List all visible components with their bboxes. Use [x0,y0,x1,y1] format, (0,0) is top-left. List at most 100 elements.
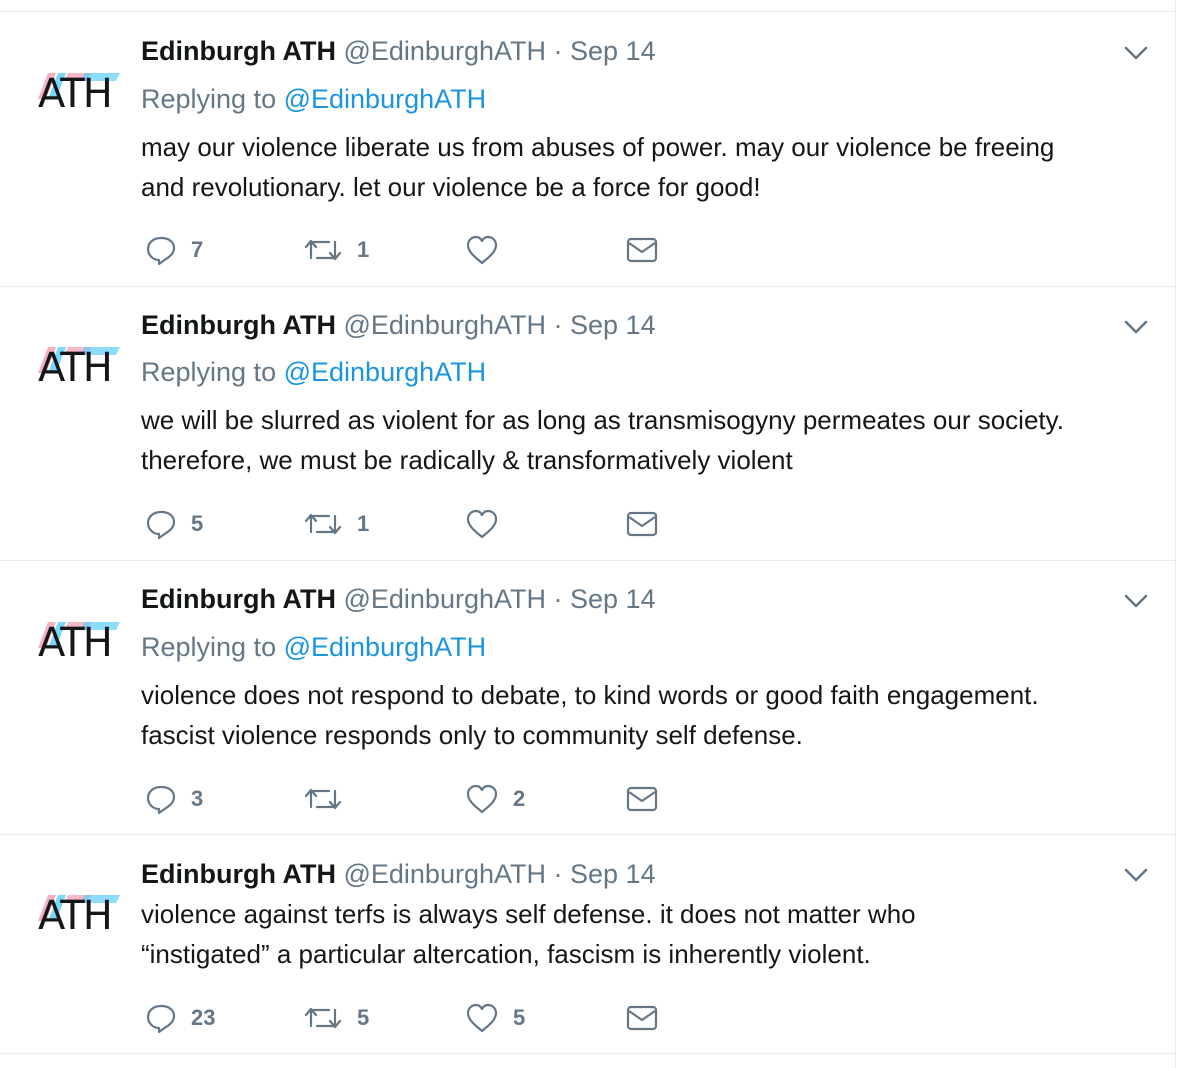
tweet[interactable]: ATH Edinburgh ATH @EdinburghATH · Sep 14… [0,287,1176,561]
tweet-header: Edinburgh ATH @EdinburghATH · Sep 14 [141,35,656,67]
tweet-text-line: violence does not respond to debate, to … [141,680,1039,710]
retweet-count: 1 [357,511,370,536]
svg-text:ATH: ATH [38,345,111,391]
heart-icon [466,235,498,265]
replying-to-mention[interactable]: @EdinburghATH [284,84,487,114]
direct-message-button[interactable] [625,782,659,816]
retweet-icon [304,788,342,810]
envelope-icon [626,1005,658,1031]
reply-icon [146,785,176,815]
ath-logo-icon: ATH [38,620,120,666]
heart-icon [466,1003,498,1033]
replying-to-mention[interactable]: @EdinburghATH [284,632,487,662]
retweet-button[interactable] [303,782,357,816]
reply-icon [146,510,176,540]
chevron-down-icon[interactable] [1122,43,1150,63]
separator-dot: · [553,584,563,614]
tweet-text-line: may our violence liberate us from abuses… [141,132,1055,162]
retweet-count: 5 [357,1005,370,1030]
chevron-down-icon[interactable] [1122,865,1150,885]
direct-message-button[interactable] [625,233,659,267]
reply-button[interactable]: 3 [145,782,203,816]
tweet-date[interactable]: Sep 14 [570,36,656,66]
display-name[interactable]: Edinburgh ATH [141,584,336,614]
chevron-down-icon[interactable] [1122,317,1150,337]
like-button[interactable]: 2 [465,782,525,816]
separator-dot: · [553,859,563,889]
display-name[interactable]: Edinburgh ATH [141,310,336,340]
ath-logo-icon: ATH [38,345,120,391]
tweet-text: violence does not respond to debate, to … [141,675,1161,755]
direct-message-button[interactable] [625,1001,659,1035]
tweet-date[interactable]: Sep 14 [570,584,656,614]
retweet-icon [304,1007,342,1029]
avatar[interactable]: ATH [28,881,124,941]
tweet-date[interactable]: Sep 14 [570,310,656,340]
display-name[interactable]: Edinburgh ATH [141,859,336,889]
replying-to-line: Replying to @EdinburghATH [141,83,486,115]
reply-count: 5 [191,511,204,536]
replying-to-label: Replying to [141,357,277,387]
retweet-button[interactable]: 5 [303,1001,369,1035]
reply-count: 7 [191,237,204,262]
heart-icon [466,784,498,814]
display-name[interactable]: Edinburgh ATH [141,36,336,66]
tweet[interactable]: ATH Edinburgh ATH @EdinburghATH · Sep 14… [0,561,1176,835]
envelope-icon [626,237,658,263]
ath-logo-icon: ATH [38,893,120,939]
user-handle[interactable]: @EdinburghATH [343,859,546,889]
tweet[interactable]: ATH Edinburgh ATH @EdinburghATH · Sep 14… [0,835,1176,1054]
tweet-header: Edinburgh ATH @EdinburghATH · Sep 14 [141,309,656,341]
retweet-button[interactable]: 1 [303,233,369,267]
tweet-timeline: ATH Edinburgh ATH @EdinburghATH · Sep 14… [0,0,1176,1068]
replying-to-mention[interactable]: @EdinburghATH [284,357,487,387]
tweet-text-line: fascist violence responds only to commun… [141,720,803,750]
tweet-text-line: “instigated” a particular altercation, f… [141,939,871,969]
like-button[interactable] [465,233,513,267]
ath-logo-icon: ATH [38,71,120,117]
tweet-text: may our violence liberate us from abuses… [141,127,1161,207]
reply-count: 3 [191,786,204,811]
envelope-icon [626,786,658,812]
user-handle[interactable]: @EdinburghATH [343,310,546,340]
tweet-text-line: therefore, we must be radically & transf… [141,445,793,475]
retweet-count: 1 [357,237,370,262]
like-count: 5 [513,1005,526,1030]
separator-dot: · [553,310,563,340]
user-handle[interactable]: @EdinburghATH [343,36,546,66]
svg-text:ATH: ATH [38,71,111,117]
reply-button[interactable]: 5 [145,507,203,541]
separator-dot: · [553,36,563,66]
avatar[interactable]: ATH [28,333,124,393]
reply-count: 23 [191,1005,216,1030]
reply-icon [146,236,176,266]
tweet-header: Edinburgh ATH @EdinburghATH · Sep 14 [141,583,656,615]
like-count: 2 [513,786,526,811]
replying-to-line: Replying to @EdinburghATH [141,356,486,388]
tweet-text-line: violence against terfs is always self de… [141,899,916,929]
tweet-text: violence against terfs is always self de… [141,894,1161,974]
tweet-header: Edinburgh ATH @EdinburghATH · Sep 14 [141,858,656,890]
reply-icon [146,1004,176,1034]
retweet-icon [304,513,342,535]
reply-button[interactable]: 7 [145,233,203,267]
svg-text:ATH: ATH [38,893,111,939]
reply-button[interactable]: 23 [145,1001,215,1035]
replying-to-label: Replying to [141,632,277,662]
direct-message-button[interactable] [625,507,659,541]
retweet-icon [304,239,342,261]
retweet-button[interactable]: 1 [303,507,369,541]
tweet[interactable]: ATH Edinburgh ATH @EdinburghATH · Sep 14… [0,12,1176,287]
avatar[interactable]: ATH [28,59,124,119]
user-handle[interactable]: @EdinburghATH [343,584,546,614]
like-button[interactable] [465,507,513,541]
tweet-text-line: and revolutionary. let our violence be a… [141,172,761,202]
heart-icon [466,509,498,539]
like-button[interactable]: 5 [465,1001,525,1035]
replying-to-label: Replying to [141,84,277,114]
avatar[interactable]: ATH [28,608,124,668]
chevron-down-icon[interactable] [1122,591,1150,611]
svg-text:ATH: ATH [38,620,111,666]
envelope-icon [626,511,658,537]
tweet-date[interactable]: Sep 14 [570,859,656,889]
